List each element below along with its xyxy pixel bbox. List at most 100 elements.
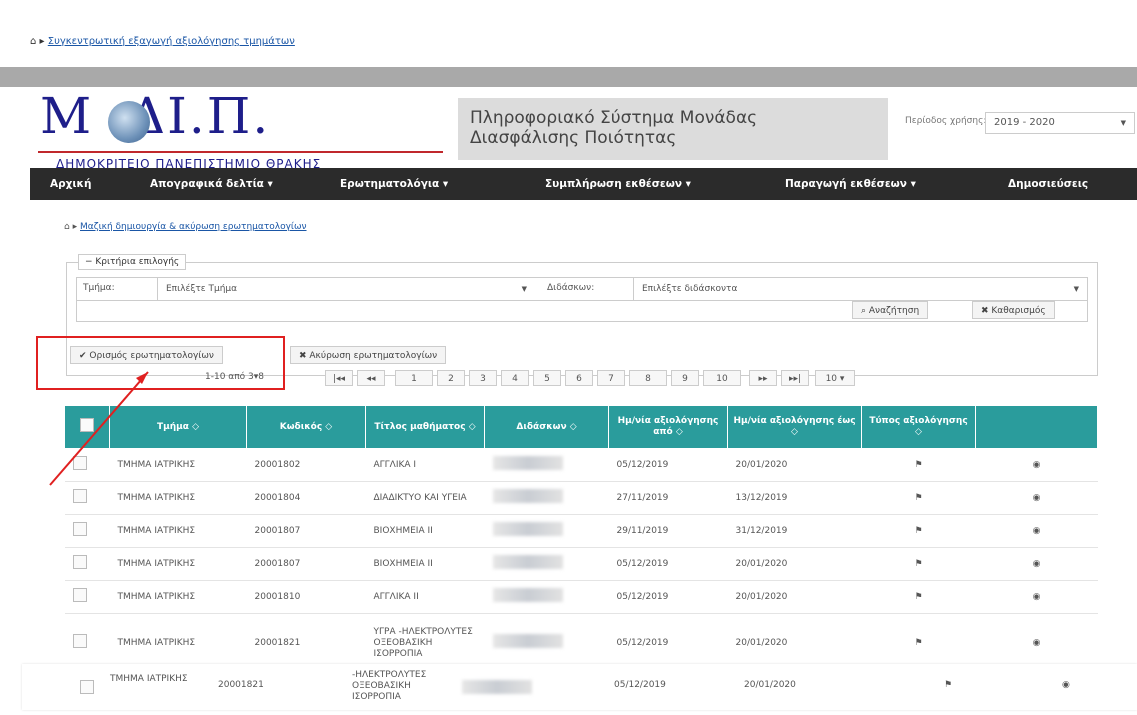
filter-buttons-row: ⌕ Αναζήτηση ✖ Καθαρισμός bbox=[76, 299, 1088, 322]
home-icon[interactable]: ⌂ bbox=[30, 36, 36, 47]
pager-page-4[interactable]: 4 bbox=[501, 370, 529, 386]
pager-page-3[interactable]: 3 bbox=[469, 370, 497, 386]
header-date-to[interactable]: Ημ/νία αξιολόγησης έως ◇ bbox=[727, 405, 862, 449]
chevron-down-icon: ▼ bbox=[1073, 285, 1079, 293]
pager-page-9[interactable]: 9 bbox=[671, 370, 699, 386]
select-all-checkbox[interactable] bbox=[80, 418, 94, 432]
row-select-cell bbox=[64, 514, 110, 548]
breadcrumb-separator: ▸ bbox=[72, 222, 78, 232]
pager-page-7[interactable]: 7 bbox=[597, 370, 625, 386]
system-title: Πληροφοριακό Σύστημα Μονάδας Διασφάλισης… bbox=[458, 98, 888, 160]
cell-code: 20001821 bbox=[218, 680, 264, 690]
row-checkbox[interactable] bbox=[72, 588, 87, 602]
header-dept[interactable]: Τμήμα ◇ bbox=[109, 405, 247, 449]
pager-page-8[interactable]: 8 bbox=[629, 370, 667, 386]
cell-code: 20001807 bbox=[246, 514, 366, 548]
cell-dept: ΤΜΗΜΑ ΙΑΤΡΙΚΗΣ bbox=[109, 580, 247, 614]
row-select-cell bbox=[64, 580, 110, 614]
header-type[interactable]: Τύπος αξιολόγησης ◇ bbox=[861, 405, 976, 449]
questionnaire-table: Τμήμα ◇ Κωδικός ◇ Τίτλος μαθήματος ◇ Διδ… bbox=[64, 405, 1098, 673]
redacted-teacher bbox=[492, 634, 563, 648]
modip-logo[interactable]: Μ .ΔΙ.Π. ΔΗΜΟΚΡΙΤΕΙΟ ΠΑΝΕΠΙΣΤΗΜΙΟ ΘΡΑΚΗΣ bbox=[30, 87, 443, 171]
filter-legend[interactable]: − Κριτήρια επιλογής bbox=[78, 254, 187, 270]
header-date-from[interactable]: Ημ/νία αξιολόγησης από ◇ bbox=[608, 405, 728, 449]
cell-code: 20001807 bbox=[246, 547, 366, 581]
clear-button[interactable]: ✖ Καθαρισμός bbox=[972, 301, 1055, 319]
table-row: ΤΜΗΜΑ ΙΑΤΡΙΚΗΣ 20001804 ΔΙΑΔΙΚΤΥΟ ΚΑΙ ΥΓ… bbox=[64, 481, 1098, 515]
pager-prev[interactable]: ◂◂ bbox=[357, 370, 385, 386]
page-size-select[interactable]: 10 ▾ bbox=[815, 370, 855, 386]
dept-placeholder: Επιλέξτε Τμήμα bbox=[166, 284, 238, 294]
pager-page-6[interactable]: 6 bbox=[565, 370, 593, 386]
redacted-teacher bbox=[492, 588, 563, 602]
period-value: 2019 - 2020 bbox=[994, 117, 1055, 128]
nav-fill-reports[interactable]: Συμπλήρωση εκθέσεων ▾ bbox=[545, 178, 691, 190]
row-checkbox[interactable] bbox=[72, 456, 87, 470]
select-all-header[interactable] bbox=[64, 405, 110, 449]
view-icon[interactable]: ◉ bbox=[975, 514, 1098, 548]
period-label: Περίοδος χρήσης: bbox=[905, 116, 987, 126]
view-icon[interactable]: ◉ bbox=[975, 547, 1098, 581]
nav-questionnaires[interactable]: Ερωτηματολόγια ▾ bbox=[340, 178, 448, 190]
pager-page-5[interactable]: 5 bbox=[533, 370, 561, 386]
pager-next[interactable]: ▸▸ bbox=[749, 370, 777, 386]
view-icon[interactable]: ◉ bbox=[975, 481, 1098, 515]
table-row: ΤΜΗΜΑ ΙΑΤΡΙΚΗΣ 20001807 ΒΙΟΧΗΜΕΙΑ II 05/… bbox=[64, 547, 1098, 581]
cell-dept: ΤΜΗΜΑ ΙΑΤΡΙΚΗΣ bbox=[109, 514, 247, 548]
chevron-down-icon: ▼ bbox=[521, 285, 527, 293]
main-navbar: Αρχική Απογραφικά δελτία ▾ Ερωτηματολόγι… bbox=[30, 168, 1137, 200]
table-row: ΤΜΗΜΑ ΙΑΤΡΙΚΗΣ 20001807 ΒΙΟΧΗΜΕΙΑ II 29/… bbox=[64, 514, 1098, 548]
pager-page-10[interactable]: 10 bbox=[703, 370, 741, 386]
redacted-teacher bbox=[462, 680, 532, 694]
nav-generate-reports[interactable]: Παραγωγή εκθέσεων ▾ bbox=[785, 178, 916, 190]
redacted-teacher bbox=[492, 489, 563, 503]
cell-dept: ΤΜΗΜΑ ΙΑΤΡΙΚΗΣ bbox=[109, 547, 247, 581]
header-teacher[interactable]: Διδάσκων ◇ bbox=[484, 405, 609, 449]
nav-home[interactable]: Αρχική bbox=[50, 178, 91, 190]
header-title[interactable]: Τίτλος μαθήματος ◇ bbox=[365, 405, 485, 449]
pager-info: 1-10 από 3▾8 bbox=[205, 372, 264, 382]
row-checkbox[interactable] bbox=[72, 522, 87, 536]
dept-select[interactable]: Επιλέξτε Τμήμα ▼ bbox=[157, 278, 535, 300]
redacted-teacher bbox=[492, 456, 563, 470]
breadcrumb-link-export[interactable]: Συγκεντρωτική εξαγωγή αξιολόγησης τμημάτ… bbox=[48, 36, 295, 47]
redacted-teacher bbox=[492, 555, 563, 569]
system-title-line2: Διασφάλισης Ποιότητας bbox=[470, 128, 677, 148]
view-icon[interactable]: ◉ bbox=[975, 448, 1098, 482]
teacher-select[interactable]: Επιλέξτε διδάσκοντα ▼ bbox=[633, 278, 1087, 300]
pager-last[interactable]: ▸▸| bbox=[781, 370, 809, 386]
cancel-questionnaires-button[interactable]: ✖ Ακύρωση ερωτηματολογίων bbox=[290, 346, 447, 364]
row-checkbox[interactable] bbox=[72, 634, 87, 648]
cell-title: ΒΙΟΧΗΜΕΙΑ II bbox=[365, 514, 485, 548]
redacted-teacher bbox=[492, 522, 563, 536]
logo-letters: Μ .ΔΙ.Π. bbox=[40, 87, 271, 145]
cell-type-icon: ⚑ bbox=[861, 547, 976, 581]
breadcrumb-link-bulk[interactable]: Μαζική δημιουργία & ακύρωση ερωτηματολογ… bbox=[80, 222, 307, 232]
globe-icon bbox=[108, 101, 150, 143]
cell-type-icon: ⚑ bbox=[861, 580, 976, 614]
row-checkbox[interactable] bbox=[72, 555, 87, 569]
header-code[interactable]: Κωδικός ◇ bbox=[246, 405, 366, 449]
row-checkbox[interactable] bbox=[80, 680, 94, 694]
home-icon[interactable]: ⌂ bbox=[64, 222, 70, 232]
inner-breadcrumb: ⌂ ▸ Μαζική δημιουργία & ακύρωση ερωτηματ… bbox=[64, 222, 307, 232]
table-row: ΤΜΗΜΑ ΙΑΤΡΙΚΗΣ 20001802 ΑΓΓΛΙΚΑ I 05/12/… bbox=[64, 448, 1098, 482]
system-title-line1: Πληροφοριακό Σύστημα Μονάδας bbox=[470, 108, 758, 128]
row-select-cell bbox=[64, 481, 110, 515]
view-icon[interactable]: ◉ bbox=[975, 580, 1098, 614]
nav-inventory-sheets[interactable]: Απογραφικά δελτία ▾ bbox=[150, 178, 273, 190]
period-select[interactable]: 2019 - 2020 ▼ bbox=[985, 112, 1135, 134]
pager-page-1[interactable]: 1 bbox=[395, 370, 433, 386]
cell-date-to: 20/01/2020 bbox=[727, 547, 862, 581]
search-button[interactable]: ⌕ Αναζήτηση bbox=[852, 301, 929, 319]
cell-title: ΔΙΑΔΙΚΤΥΟ ΚΑΙ ΥΓΕΙΑ bbox=[365, 481, 485, 515]
pager-page-2[interactable]: 2 bbox=[437, 370, 465, 386]
row-checkbox[interactable] bbox=[72, 489, 87, 503]
pager-first[interactable]: |◂◂ bbox=[325, 370, 353, 386]
cell-teacher bbox=[484, 580, 609, 614]
view-icon[interactable]: ◉ bbox=[1062, 680, 1070, 691]
nav-publications[interactable]: Δημοσιεύσεις bbox=[1008, 178, 1088, 190]
cell-teacher bbox=[484, 547, 609, 581]
row-select-cell bbox=[64, 448, 110, 482]
cell-date-to: 31/12/2019 bbox=[727, 514, 862, 548]
